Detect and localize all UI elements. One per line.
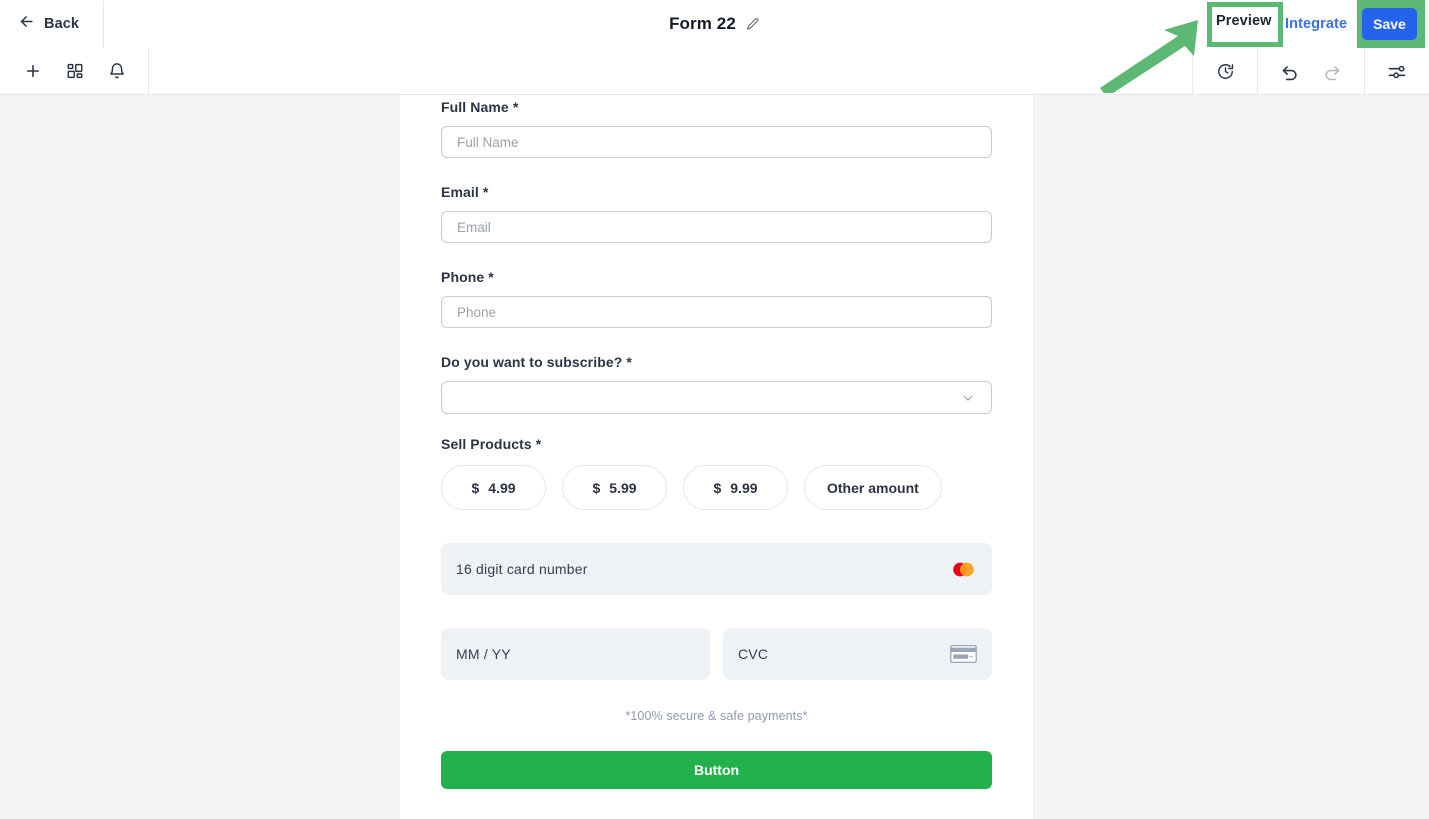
price-option-other[interactable]: Other amount [804,465,942,510]
price-option-2[interactable]: $ 5.99 [562,465,667,510]
plus-icon[interactable] [22,60,44,82]
settings-sliders-icon[interactable] [1386,61,1408,83]
required-star: * [488,269,494,285]
back-button[interactable]: Back [0,9,91,39]
email-input[interactable] [441,211,992,243]
subscribe-select-box[interactable] [441,381,992,414]
arrow-left-icon [18,13,35,35]
required-star: * [626,354,632,370]
field-email: Email * [441,184,992,243]
field-label-subscribe: Do you want to subscribe? * [441,354,992,370]
price-amount: 9.99 [730,479,758,496]
toolbar-left-group [0,60,128,82]
price-option-row: $ 4.99 $ 5.99 $ 9.99 Other amount [441,465,992,510]
currency-symbol: $ [592,479,601,496]
field-label-email: Email * [441,184,992,200]
field-label-phone: Phone * [441,269,992,285]
submit-button[interactable]: Button [441,751,992,789]
field-phone: Phone * [441,269,992,328]
cvc-field[interactable]: CVC [723,628,992,680]
header-divider [103,0,105,48]
blocks-icon[interactable] [64,60,86,82]
price-option-1[interactable]: $ 4.99 [441,465,546,510]
bell-icon[interactable] [106,60,128,82]
undo-icon[interactable] [1279,61,1301,83]
credit-card-icon [950,644,977,664]
currency-symbol: $ [471,479,480,496]
toolbar-right-group [1192,48,1429,95]
field-label-sell-products: Sell Products * [441,436,992,452]
form-sheet: Full Name * Email * Phone [400,95,1033,819]
save-button[interactable]: Save [1362,8,1417,40]
field-label-full-name: Full Name * [441,99,992,115]
expiry-field[interactable]: MM / YY [441,628,710,680]
editor-canvas: Full Name * Email * Phone [0,95,1429,819]
settings-group [1365,48,1429,95]
full-name-input[interactable] [441,126,992,158]
expiry-placeholder: MM / YY [456,646,511,662]
redo-icon[interactable] [1321,61,1343,83]
pencil-icon[interactable] [745,17,760,32]
undo-redo-group [1258,48,1364,95]
editor-toolbar [0,47,1429,95]
subscribe-select[interactable] [441,381,992,414]
toolbar-divider-left [148,47,149,95]
back-button-label: Back [44,16,80,32]
cvc-placeholder: CVC [738,646,769,662]
required-star: * [535,436,542,452]
form-body: Full Name * Email * Phone [400,95,1033,789]
field-full-name: Full Name * [441,95,992,158]
card-details-row: MM / YY CVC [441,628,992,680]
history-icon[interactable] [1214,61,1236,83]
price-amount: 4.99 [488,479,516,496]
price-amount: 5.99 [609,479,637,496]
other-amount-label: Other amount [827,479,919,496]
required-star: * [482,184,489,200]
phone-input[interactable] [441,296,992,328]
price-option-3[interactable]: $ 9.99 [683,465,788,510]
label-text: Sell Products [441,436,532,452]
app-header: Back Form 22 Preview Integrate Save [0,0,1429,48]
field-sell-products: Sell Products * $ 4.99 $ 5.99 $ 9.99 Oth… [441,436,992,510]
history-group [1193,48,1257,95]
app-root: Back Form 22 Preview Integrate Save Full… [0,0,1429,819]
field-subscribe: Do you want to subscribe? * [441,354,992,414]
card-number-placeholder: 16 digit card number [456,561,588,577]
label-text: Phone [441,269,485,285]
label-text: Do you want to subscribe? [441,354,623,370]
label-text: Full Name [441,99,509,115]
secure-payment-note: *100% secure & safe payments* [625,709,808,723]
preview-button[interactable]: Preview [1216,13,1272,29]
page-title: Form 22 [669,14,736,33]
currency-symbol: $ [713,479,722,496]
mastercard-icon [950,561,977,578]
required-star: * [512,99,519,115]
label-text: Email [441,184,479,200]
integrate-button[interactable]: Integrate [1285,16,1347,32]
card-number-field[interactable]: 16 digit card number [441,543,992,595]
